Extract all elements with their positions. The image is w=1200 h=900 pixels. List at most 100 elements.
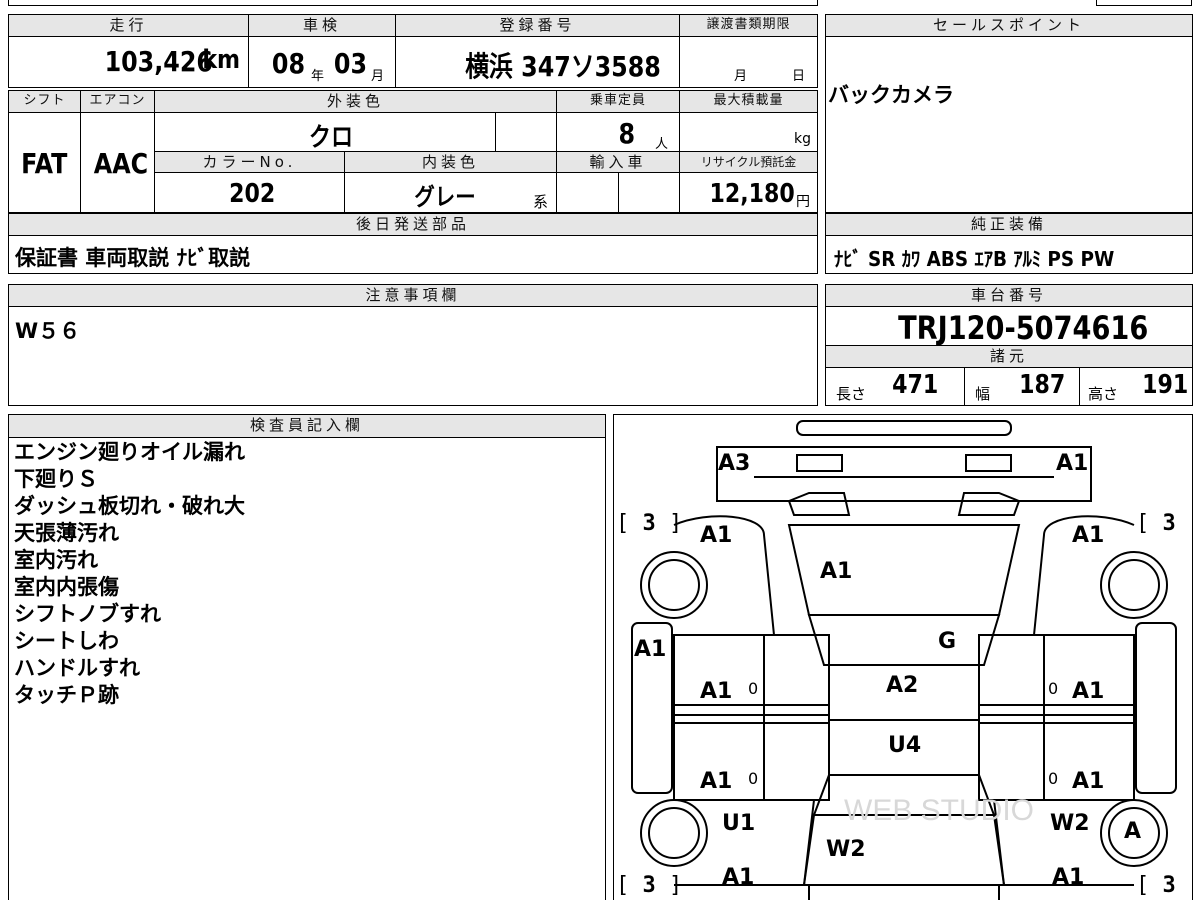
mark-front-left: A3 [718,451,751,476]
mark-fender-front-left: A1 [700,523,733,548]
shaken-month: 03 [333,47,368,80]
length-cell: 長さ 471 [825,367,965,406]
registration-header: 登録番号 [395,14,680,37]
interior-color-header: 内装色 [344,151,557,173]
notes-header: 注意事項欄 [8,284,818,307]
height-label: 高さ [1088,385,1119,403]
color-no-value: 202 [229,179,276,209]
later-parts-value: 保証書 車両取説 ﾅﾋﾞ取説 [15,246,251,270]
mark-pillar-left: A1 [634,637,667,662]
car-outline-diagram: WEB STUDIO [631,420,1177,900]
import-header: 輸入車 [556,151,680,173]
recycle-deposit-header: リサイクル預託金 [679,151,818,173]
inspector-item: エンジン廻りオイル漏れ [14,440,245,464]
car-diagram-panel: WEB STUDIO A3 A1 A1 A1 A1 G A1 A1 A1 A2 … [613,414,1193,900]
later-parts-cell: 保証書 車両取説 ﾅﾋﾞ取説 [8,235,818,274]
exterior-color-header: 外装色 [154,90,557,113]
chassis-number-header: 車台番号 [825,284,1193,307]
capacity-unit: 人 [655,137,669,152]
bracket-front-right: [ 3 ] [1136,511,1192,536]
recycle-deposit-unit: 円 [796,194,810,210]
inspector-item: シートしわ [14,629,119,653]
shift-cell: FAT [8,112,81,213]
notes-value: W５６ [15,319,81,343]
registration-value: 横浜 347ソ3588 [465,50,661,83]
shaken-year-unit: 年 [311,69,325,84]
equipment-value: ﾅﾋﾞ SR ｶﾜ ABS ｴｱB ｱﾙﾐ PS PW [834,247,1115,271]
sales-point-cell: バックカメラ [825,36,1193,213]
mark-quarter-rear-right: W2 [1050,811,1090,836]
wheel-rear-left [640,799,708,867]
width-value: 187 [1019,370,1066,400]
capacity-value: 8 [618,117,636,150]
mark-door-rear-right: A1 [1072,769,1105,794]
sales-point-header: セールスポイント [825,14,1193,37]
mileage-unit: km [202,45,241,75]
wheel-front-right [1100,551,1168,619]
mark-roof-rear: U4 [888,733,922,758]
exterior-color-extra-cell [495,112,557,152]
height-value: 191 [1142,370,1189,400]
transfer-month-unit: 月 [734,69,748,84]
shaken-cell: 08 年 03 月 [248,36,396,88]
import-cell-a [556,172,619,213]
mark-front-right: A1 [1056,451,1089,476]
width-cell: 幅 187 [964,367,1080,406]
mark-hood: A1 [820,559,853,584]
mark-rear-wheel-right: A [1124,819,1142,844]
inspector-item: 室内汚れ [14,548,98,572]
top-cropped-strip [8,0,818,6]
shift-header: シフト [8,90,81,113]
import-cell-b [618,172,680,213]
mark-door-rear-left: A1 [700,769,733,794]
inspector-notes-cell: エンジン廻りオイル漏れ 下廻りＳ ダッシュ板切れ・破れ大 天張薄汚れ 室内汚れ … [8,437,606,900]
shaken-header: 車検 [248,14,396,37]
color-no-header: カラーNo. [154,151,345,173]
specs-header: 諸元 [825,345,1193,368]
top-cropped-strip-right [1096,0,1192,6]
capacity-cell: 8 人 [556,112,680,152]
chassis-number-cell: TRJ120-5074616 [825,306,1193,346]
wheel-front-left [640,551,708,619]
registration-cell: 横浜 347ソ3588 [395,36,680,88]
interior-color-value: グレー [414,183,476,211]
interior-color-cell: グレー 系 [344,172,557,213]
mark-rear-right: A1 [1052,865,1085,890]
inspector-item: ハンドルすれ [14,656,140,680]
bracket-rear-right: [ 3 ] [1136,873,1192,898]
watermark: WEB STUDIO [844,794,1034,827]
zero-mark: 0 [748,679,759,698]
zero-mark: 0 [1048,769,1059,788]
max-load-cell: kg [679,112,818,152]
mark-fender-front-right: A1 [1072,523,1105,548]
color-no-cell: 202 [154,172,345,213]
interior-color-suffix: 系 [533,193,549,211]
max-load-header: 最大積載量 [679,90,818,113]
zero-mark: 0 [748,769,759,788]
aircon-value: AAC [93,147,149,180]
transfer-deadline-cell: 月 日 [679,36,818,88]
mark-door-front-right: A1 [1072,679,1105,704]
bracket-front-left: [ 3 ] [616,511,683,536]
capacity-header: 乗車定員 [556,90,680,113]
shaken-month-unit: 月 [371,69,385,84]
inspector-item: ダッシュ板切れ・破れ大 [14,494,245,518]
later-parts-header: 後日発送部品 [8,213,818,236]
notes-cell: W５６ [8,306,818,406]
shift-value: FAT [21,147,68,180]
recycle-deposit-cell: 12,180 円 [679,172,818,213]
exterior-color-cell: クロ [154,112,496,152]
length-value: 471 [892,370,939,400]
shaken-year: 08 [271,47,306,80]
bracket-rear-left: [ 3 ] [616,873,683,898]
inspector-item: 下廻りＳ [14,467,98,491]
exterior-color-value: クロ [308,123,354,152]
aircon-header: エアコン [80,90,155,113]
transfer-deadline-header: 譲渡書類期限 [679,14,818,37]
aircon-cell: AAC [80,112,155,213]
inspector-item: 室内内張傷 [14,575,119,599]
width-label: 幅 [975,385,991,403]
mark-quarter-rear-left: U1 [722,811,756,836]
recycle-deposit-value: 12,180 [709,179,795,209]
inspector-item: シフトノブすれ [14,602,161,626]
